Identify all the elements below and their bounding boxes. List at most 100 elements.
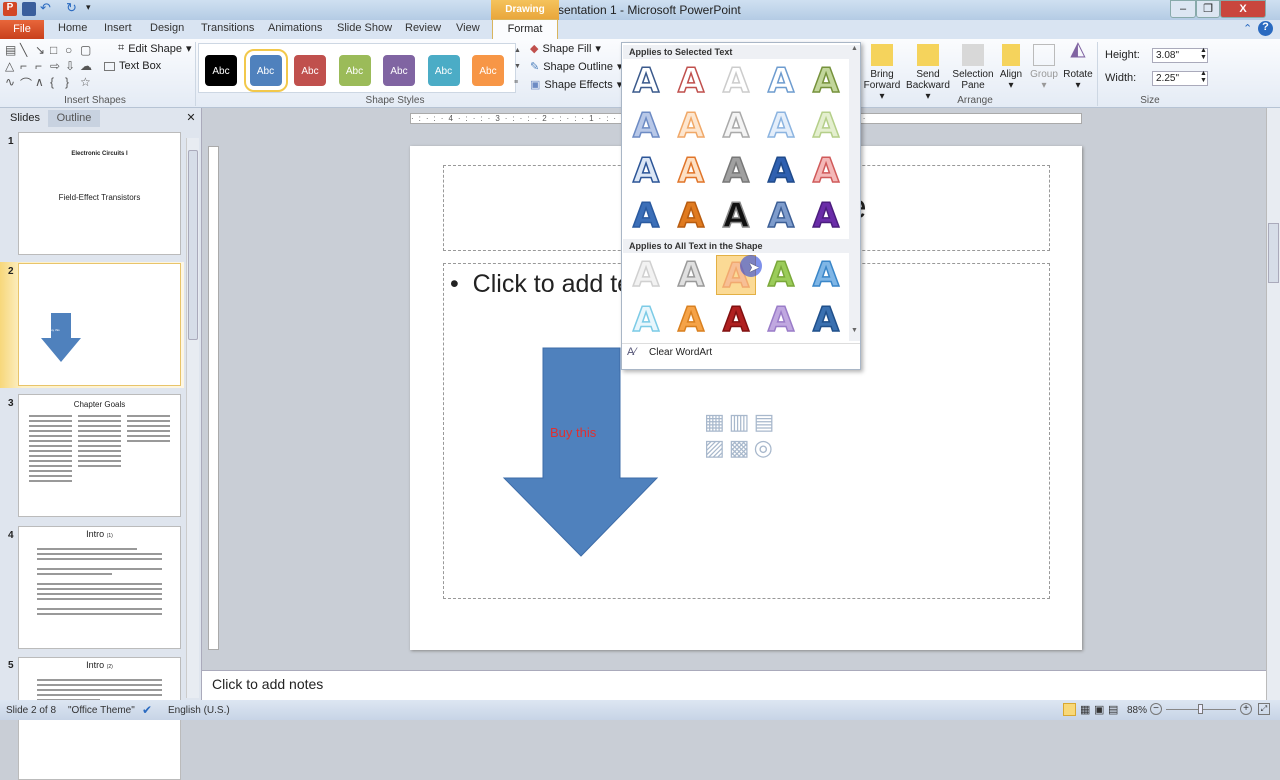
wordart-style-option[interactable]: A	[671, 105, 711, 147]
wordart-style-option[interactable]: A	[761, 254, 801, 296]
slide-thumbnail-3[interactable]: Chapter Goals	[18, 394, 181, 517]
tab-format[interactable]: Format	[492, 19, 558, 40]
shape-option[interactable]: ⇩	[65, 59, 80, 75]
shape-style-swatch[interactable]: Abc	[294, 55, 326, 86]
spell-check-icon[interactable]: ✔	[142, 703, 152, 717]
wordart-style-option[interactable]: A	[671, 60, 711, 102]
width-spinner[interactable]: ▲ ▼	[1200, 70, 1207, 84]
shape-option[interactable]: ☆	[80, 75, 95, 91]
align-button[interactable]: Align ▾	[996, 44, 1026, 91]
shape-option[interactable]: ↘	[35, 43, 50, 59]
clear-wordart-button[interactable]: Clear WordArt	[649, 347, 712, 358]
tab-slides[interactable]: Slides	[4, 110, 46, 127]
shape-style-swatch[interactable]: Abc	[205, 55, 237, 86]
wordart-style-option[interactable]: A	[761, 150, 801, 192]
wordart-style-option[interactable]: A	[671, 254, 711, 296]
wordart-style-option[interactable]: A	[806, 150, 846, 192]
wordart-style-option[interactable]: A	[716, 105, 756, 147]
close-button[interactable]: X	[1220, 0, 1266, 18]
wordart-style-option[interactable]: A	[626, 195, 666, 237]
rotate-button[interactable]: ◭ Rotate ▾	[1062, 39, 1094, 91]
wordart-style-option[interactable]: A	[626, 254, 666, 296]
slides-pane-scrollbar[interactable]	[186, 138, 199, 698]
notes-pane[interactable]: Click to add notes	[202, 670, 1266, 700]
tab-slide-show[interactable]: Slide Show	[337, 22, 392, 34]
wordart-style-option[interactable]: A	[761, 299, 801, 341]
fit-to-window-icon[interactable]: ⤢	[1258, 703, 1270, 715]
wordart-style-option[interactable]: A	[806, 60, 846, 102]
shape-option[interactable]: ⌒	[20, 75, 35, 91]
shape-fill-button[interactable]: ◆ Shape Fill ▾	[530, 42, 601, 56]
wordart-style-option[interactable]: A	[716, 195, 756, 237]
slide-show-icon[interactable]: ▤	[1108, 703, 1118, 716]
zoom-level[interactable]: 88%	[1127, 705, 1147, 716]
insert-content-icons[interactable]: ▦▥▤ ▨▩◎	[704, 409, 778, 461]
shape-option[interactable]: ╲	[20, 43, 35, 59]
scrollbar-thumb[interactable]	[188, 150, 198, 340]
shape-option[interactable]: ∧	[35, 75, 50, 91]
shape-option[interactable]: {	[50, 75, 65, 91]
shape-option[interactable]: ⌐	[20, 59, 35, 75]
wordart-style-option[interactable]: A	[761, 195, 801, 237]
tab-file[interactable]: File	[0, 20, 44, 39]
wordart-style-option[interactable]: A	[806, 105, 846, 147]
shape-option[interactable]: ⇨	[50, 59, 65, 75]
shape-style-swatch[interactable]: Abc	[472, 55, 504, 86]
minimize-ribbon-icon[interactable]: ⌃	[1243, 22, 1252, 35]
wordart-style-option[interactable]: A	[716, 60, 756, 102]
shape-style-swatch[interactable]: Abc	[383, 55, 415, 86]
reading-view-icon[interactable]: ▣	[1094, 703, 1104, 716]
help-icon[interactable]: ?	[1258, 21, 1273, 36]
shapes-gallery[interactable]: ▤ ╲ ↘ □ ○ ▢ △ ⌐ ⌐ ⇨ ⇩ ☁ ∿ ⌒ ∧{} ☆	[5, 43, 100, 91]
normal-view-icon[interactable]	[1063, 703, 1076, 716]
bring-forward-button[interactable]: Bring Forward ▾	[862, 44, 902, 102]
shape-option[interactable]: }	[65, 75, 80, 91]
shape-option[interactable]: □	[50, 43, 65, 59]
maximize-button[interactable]: ❐	[1196, 0, 1220, 18]
slide-thumbnail-2[interactable]: Buy this	[18, 263, 181, 386]
editor-scrollbar[interactable]	[1266, 108, 1280, 700]
wordart-style-option[interactable]: A	[626, 150, 666, 192]
arrow-text[interactable]: Buy this	[550, 425, 596, 440]
gallery-scroll[interactable]: ▲ ▼ ≡	[514, 43, 524, 93]
tab-transitions[interactable]: Transitions	[201, 22, 254, 34]
group-button[interactable]: Group ▾	[1028, 44, 1060, 91]
shape-style-swatch[interactable]: Abc	[427, 55, 460, 86]
wordart-style-option[interactable]: A	[806, 254, 846, 296]
send-backward-button[interactable]: Send Backward ▾	[906, 44, 950, 102]
wordart-style-option[interactable]: A	[671, 150, 711, 192]
slide-sorter-icon[interactable]: ▦	[1080, 703, 1090, 716]
selection-pane-button[interactable]: Selection Pane	[952, 44, 994, 91]
tab-view[interactable]: View	[456, 22, 480, 34]
close-pane-icon[interactable]: ✕	[184, 110, 198, 127]
shape-option[interactable]: △	[5, 59, 20, 75]
wordart-style-option[interactable]: A	[626, 299, 666, 341]
wordart-style-option[interactable]: A	[716, 299, 756, 341]
tab-design[interactable]: Design	[150, 22, 184, 34]
height-spinner[interactable]: ▲ ▼	[1200, 47, 1207, 61]
shape-option[interactable]: ▤	[5, 43, 20, 59]
shape-outline-button[interactable]: ✎ Shape Outline ▾	[530, 60, 622, 74]
shape-option[interactable]: ☁	[80, 59, 95, 75]
shape-style-swatch[interactable]: Abc	[243, 49, 288, 92]
wordart-style-option[interactable]: A	[671, 195, 711, 237]
shape-option[interactable]: ∿	[5, 75, 20, 91]
minimize-button[interactable]: –	[1170, 0, 1196, 18]
language[interactable]: English (U.S.)	[168, 705, 230, 716]
down-arrow-shape[interactable]	[500, 346, 660, 558]
zoom-out-button[interactable]: −	[1150, 703, 1162, 715]
wordart-style-option[interactable]: A	[761, 105, 801, 147]
wordart-style-option[interactable]: A	[806, 299, 846, 341]
shape-effects-button[interactable]: ▣ Shape Effects ▾	[530, 78, 622, 92]
wordart-style-option[interactable]: A	[626, 60, 666, 102]
shape-style-swatch[interactable]: Abc	[338, 55, 371, 86]
gallery-scrollbar[interactable]: ▲ ▼	[849, 45, 860, 341]
text-box-button[interactable]: Text Box	[104, 60, 161, 72]
zoom-in-button[interactable]: +	[1240, 703, 1252, 715]
slide-thumbnail-1[interactable]: Electronic Circuits I Field-Effect Trans…	[18, 132, 181, 255]
tab-insert[interactable]: Insert	[104, 22, 132, 34]
tab-home[interactable]: Home	[58, 22, 87, 34]
slide-thumbnail-4[interactable]: Intro (1)	[18, 526, 181, 649]
shape-option[interactable]: ○	[65, 43, 80, 59]
edit-shape-button[interactable]: ⌗ Edit Shape ▾	[118, 42, 192, 55]
